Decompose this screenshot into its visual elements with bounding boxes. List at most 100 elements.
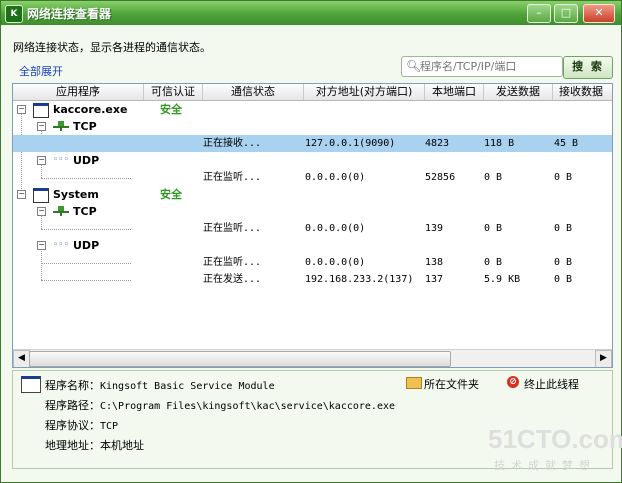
expand-all-link[interactable]: 全部展开	[19, 63, 63, 79]
program-name-label: 程序名称：	[45, 379, 100, 392]
udp-network-icon: ◦◦◦	[53, 155, 69, 165]
search-box[interactable]: 🔍︎	[401, 56, 563, 77]
protocol-name: TCP	[73, 205, 97, 218]
minimize-button[interactable]: –	[527, 4, 551, 23]
close-button[interactable]: ✕	[583, 4, 615, 23]
column-header-remote-address[interactable]: 对方地址(对方端口)	[304, 84, 425, 100]
protocol-name: TCP	[73, 120, 97, 133]
minimize-icon: –	[536, 6, 542, 19]
protocol-name: UDP	[73, 239, 100, 252]
program-protocol-value: TCP	[100, 421, 119, 432]
scrollbar-thumb[interactable]	[29, 351, 451, 367]
local-port: 137	[425, 274, 444, 285]
program-path-value: C:\Program Files\kingsoft\kac\service\ka…	[100, 401, 396, 412]
connection-state: 正在监听...	[203, 172, 262, 183]
connection-state: 正在接收...	[203, 138, 262, 149]
program-path-line: 程序路径：C:\Program Files\kingsoft\kac\servi…	[45, 397, 395, 413]
sent-data: 118 B	[484, 138, 515, 149]
process-row-kaccore[interactable]: − kaccore.exe 安全	[13, 101, 612, 118]
received-data: 0 B	[554, 172, 573, 183]
received-data: 45 B	[554, 138, 579, 149]
scroll-right-icon[interactable]: ▶	[595, 350, 612, 367]
collapse-icon[interactable]: −	[17, 190, 26, 199]
protocol-row[interactable]: − ◦◦◦ UDP	[13, 152, 612, 169]
table-row[interactable]: 正在监听... 0.0.0.0(0) 52856 0 B 0 B	[13, 169, 612, 186]
column-header-sent[interactable]: 发送数据	[484, 84, 553, 100]
process-name: kaccore.exe	[53, 103, 128, 116]
trust-badge: 安全	[160, 188, 182, 201]
scroll-left-icon[interactable]: ◀	[13, 350, 30, 367]
geo-address-line: 地理地址：本机地址	[45, 437, 144, 453]
horizontal-scrollbar[interactable]: ◀ ▶	[13, 349, 612, 367]
watermark-tagline: 技术成就梦想	[494, 459, 596, 472]
terminate-thread-button[interactable]: 终止此线程	[524, 376, 579, 392]
sent-data: 0 B	[484, 172, 503, 183]
application-icon	[33, 188, 49, 203]
remote-address: 127.0.0.1(9090)	[305, 138, 396, 149]
maximize-icon: □	[560, 6, 572, 19]
collapse-icon[interactable]: −	[37, 122, 46, 131]
trust-badge: 安全	[160, 103, 182, 116]
collapse-icon[interactable]: −	[37, 156, 46, 165]
protocol-row[interactable]: − TCP	[13, 203, 612, 220]
table-header: 应用程序 可信认证 通信状态 对方地址(对方端口) 本地端口 发送数据 接收数据	[13, 84, 612, 101]
column-header-received[interactable]: 接收数据	[553, 84, 612, 100]
application-icon	[33, 103, 49, 118]
received-data: 0 B	[554, 257, 573, 268]
geo-address-label: 地理地址：	[45, 439, 100, 452]
protocol-row[interactable]: − ◦◦◦ UDP	[13, 237, 612, 254]
connections-table: 应用程序 可信认证 通信状态 对方地址(对方端口) 本地端口 发送数据 接收数据…	[12, 83, 613, 368]
folder-icon[interactable]	[406, 377, 422, 389]
remote-address: 0.0.0.0(0)	[305, 257, 366, 268]
tcp-network-icon	[53, 121, 69, 131]
local-port: 139	[425, 223, 444, 234]
local-port: 4823	[425, 138, 450, 149]
collapse-icon[interactable]: −	[37, 241, 46, 250]
search-button[interactable]: 搜 索	[563, 56, 613, 79]
collapse-icon[interactable]: −	[37, 207, 46, 216]
program-protocol-line: 程序协议：TCP	[45, 417, 118, 433]
column-header-local-port[interactable]: 本地端口	[425, 84, 484, 100]
column-header-trust[interactable]: 可信认证	[144, 84, 203, 100]
protocol-name: UDP	[73, 154, 100, 167]
local-port: 138	[425, 257, 444, 268]
remote-address: 0.0.0.0(0)	[305, 223, 366, 234]
search-input[interactable]	[420, 58, 558, 74]
column-header-application[interactable]: 应用程序	[13, 84, 144, 100]
geo-address-value: 本机地址	[100, 439, 144, 452]
udp-network-icon: ◦◦◦	[53, 240, 69, 250]
stop-icon[interactable]: ⊘	[507, 376, 519, 388]
table-row[interactable]: 正在发送... 192.168.233.2(137) 137 5.9 KB 0 …	[13, 271, 612, 288]
received-data: 0 B	[554, 223, 573, 234]
table-row[interactable]: 正在接收... 127.0.0.1(9090) 4823 118 B 45 B	[13, 135, 612, 152]
received-data: 0 B	[554, 274, 573, 285]
search-icon: 🔍︎	[406, 59, 422, 73]
protocol-row[interactable]: − TCP	[13, 118, 612, 135]
window-title: 网络连接查看器	[27, 7, 112, 21]
table-row[interactable]: 正在监听... 0.0.0.0(0) 139 0 B 0 B	[13, 220, 612, 237]
local-port: 52856	[425, 172, 456, 183]
tcp-network-icon	[53, 206, 69, 216]
program-path-label: 程序路径：	[45, 399, 100, 412]
open-folder-button[interactable]: 所在文件夹	[424, 376, 479, 392]
maximize-button[interactable]: □	[554, 4, 578, 23]
sent-data: 5.9 KB	[484, 274, 521, 285]
app-window: K 网络连接查看器 – □ ✕ 网络连接状态，显示各进程的通信状态。 全部展开 …	[0, 0, 622, 483]
program-name-value: Kingsoft Basic Service Module	[100, 381, 275, 392]
process-name: System	[53, 188, 99, 201]
sent-data: 0 B	[484, 223, 503, 234]
column-header-state[interactable]: 通信状态	[203, 84, 304, 100]
table-row[interactable]: 正在监听... 0.0.0.0(0) 138 0 B 0 B	[13, 254, 612, 271]
collapse-icon[interactable]: −	[17, 105, 26, 114]
remote-address: 0.0.0.0(0)	[305, 172, 366, 183]
application-icon	[21, 376, 41, 393]
close-icon: ✕	[594, 6, 604, 19]
program-name-line: 程序名称：Kingsoft Basic Service Module	[45, 377, 275, 393]
watermark: 51CTO.com 技术成就梦想	[488, 424, 622, 472]
page-description: 网络连接状态，显示各进程的通信状态。	[13, 41, 211, 54]
process-row-system[interactable]: − System 安全	[13, 186, 612, 203]
connection-state: 正在监听...	[203, 223, 262, 234]
connection-state: 正在发送...	[203, 274, 262, 285]
title-bar[interactable]: K 网络连接查看器 – □ ✕	[1, 1, 621, 25]
remote-address: 192.168.233.2(137)	[305, 274, 414, 285]
